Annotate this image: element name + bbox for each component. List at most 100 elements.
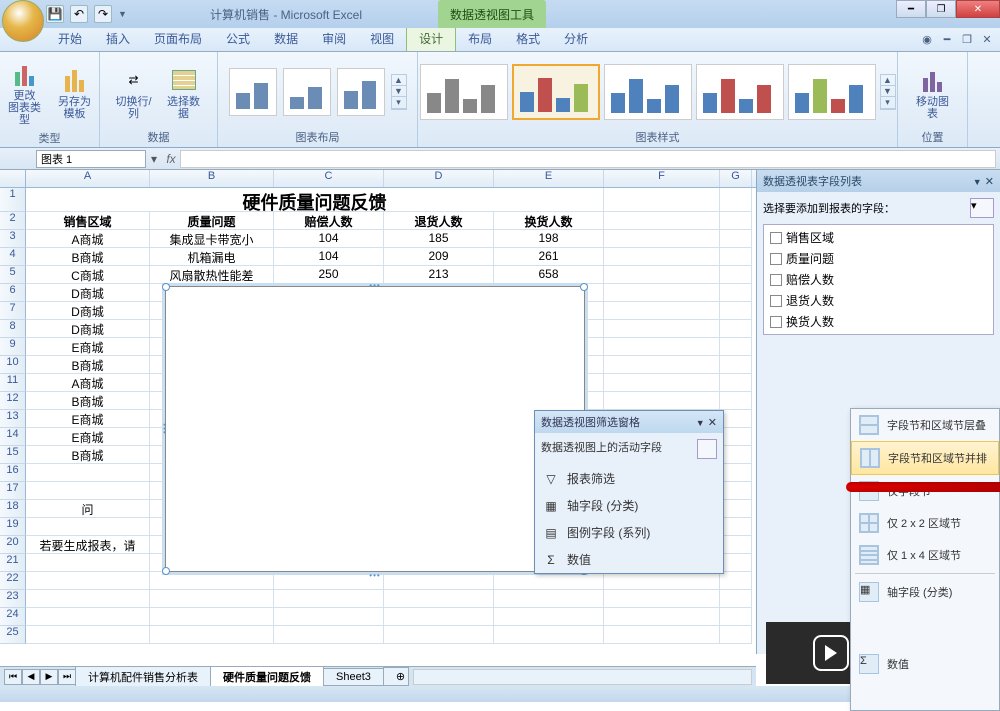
cell[interactable]: D商城 — [26, 302, 150, 320]
column-header[interactable]: A — [26, 170, 150, 187]
cell[interactable]: E商城 — [26, 338, 150, 356]
layout-opt-1x4[interactable]: 仅 1 x 4 区域节 — [851, 539, 999, 571]
cell[interactable] — [604, 266, 720, 284]
column-header[interactable]: C — [274, 170, 384, 187]
cell[interactable] — [604, 356, 720, 374]
cell[interactable] — [494, 608, 604, 626]
cell[interactable]: C商城 — [26, 266, 150, 284]
cell[interactable] — [494, 626, 604, 644]
chart-layouts[interactable]: ▲▼▾ — [229, 56, 407, 127]
tab-formulas[interactable]: 公式 — [214, 26, 262, 51]
field-item[interactable]: 销售区域 — [766, 227, 991, 248]
style-up-icon[interactable]: ▲ — [881, 75, 895, 86]
office-button[interactable] — [2, 0, 44, 42]
cell[interactable] — [604, 284, 720, 302]
cell[interactable] — [720, 554, 752, 572]
filter-pane-dropdown-icon[interactable]: ▼ — [696, 418, 705, 428]
row-header[interactable]: 15 — [0, 446, 26, 464]
cell[interactable] — [720, 302, 752, 320]
cell[interactable]: 若要生成报表，请 — [26, 536, 150, 554]
column-header[interactable]: G — [720, 170, 752, 187]
cell[interactable] — [604, 230, 720, 248]
cell[interactable] — [604, 392, 720, 410]
minimize-button[interactable]: ━ — [896, 0, 926, 18]
cell[interactable] — [274, 626, 384, 644]
row-header[interactable]: 22 — [0, 572, 26, 590]
cell[interactable] — [494, 590, 604, 608]
checkbox-icon[interactable] — [770, 274, 782, 286]
filter-options-button[interactable] — [697, 439, 717, 459]
column-header[interactable]: B — [150, 170, 274, 187]
cell[interactable] — [720, 446, 752, 464]
column-header[interactable]: F — [604, 170, 720, 187]
field-list-dropdown-icon[interactable]: ▼ — [973, 177, 982, 187]
formula-bar[interactable] — [180, 150, 996, 168]
cell[interactable] — [384, 590, 494, 608]
cell[interactable] — [384, 572, 494, 590]
tab-data[interactable]: 数据 — [262, 26, 310, 51]
cell[interactable]: 问 — [26, 500, 150, 518]
cell[interactable] — [720, 500, 752, 518]
checkbox-icon[interactable] — [770, 232, 782, 244]
row-header[interactable]: 10 — [0, 356, 26, 374]
cell[interactable]: 261 — [494, 248, 604, 266]
row-header[interactable]: 23 — [0, 590, 26, 608]
row-header[interactable]: 12 — [0, 392, 26, 410]
tab-prev-icon[interactable]: ◀ — [22, 669, 40, 685]
cell[interactable] — [26, 482, 150, 500]
row-header[interactable]: 13 — [0, 410, 26, 428]
maximize-button[interactable]: ❐ — [926, 0, 956, 18]
cell[interactable] — [274, 608, 384, 626]
cell[interactable]: 集成显卡带宽小 — [150, 230, 274, 248]
cell[interactable] — [150, 608, 274, 626]
cell[interactable]: 185 — [384, 230, 494, 248]
cell[interactable]: 机箱漏电 — [150, 248, 274, 266]
cell[interactable] — [150, 626, 274, 644]
row-header[interactable]: 3 — [0, 230, 26, 248]
select-data-button[interactable]: 选择数据 — [162, 62, 206, 122]
horizontal-scrollbar[interactable] — [413, 669, 752, 685]
tab-insert[interactable]: 插入 — [94, 26, 142, 51]
layout-opt-stacked[interactable]: 字段节和区域节层叠 — [851, 409, 999, 441]
cell[interactable] — [384, 608, 494, 626]
row-header[interactable]: 9 — [0, 338, 26, 356]
filter-item-values[interactable]: Σ数值 — [535, 546, 723, 573]
cell[interactable] — [720, 338, 752, 356]
row-header[interactable]: 7 — [0, 302, 26, 320]
move-chart-button[interactable]: 移动图表 — [911, 62, 955, 122]
cell[interactable]: E商城 — [26, 428, 150, 446]
cell[interactable]: 硬件质量问题反馈 — [26, 188, 604, 212]
cell[interactable]: 换货人数 — [494, 212, 604, 230]
change-chart-type-button[interactable]: 更改 图表类型 — [3, 56, 47, 128]
filter-item-report[interactable]: ▽报表筛选 — [535, 465, 723, 492]
cell[interactable] — [604, 608, 720, 626]
checkbox-icon[interactable] — [770, 295, 782, 307]
style-down-icon[interactable]: ▼ — [881, 86, 895, 97]
sheet-tab[interactable]: Sheet3 — [323, 668, 384, 686]
cell[interactable] — [720, 482, 752, 500]
tab-next-icon[interactable]: ▶ — [40, 669, 58, 685]
doc-restore-icon[interactable]: ❐ — [960, 32, 974, 46]
cell[interactable] — [604, 590, 720, 608]
doc-minimize-icon[interactable]: ━ — [940, 32, 954, 46]
cell[interactable]: 退货人数 — [384, 212, 494, 230]
cell[interactable] — [720, 230, 752, 248]
cell[interactable] — [604, 302, 720, 320]
layout-up-icon[interactable]: ▲ — [392, 75, 406, 86]
sheet-tab-active[interactable]: 硬件质量问题反馈 — [210, 666, 324, 688]
cell[interactable] — [720, 188, 752, 212]
field-item[interactable]: 换货人数 — [766, 311, 991, 332]
cell[interactable]: A商城 — [26, 374, 150, 392]
cell[interactable]: B商城 — [26, 392, 150, 410]
close-button[interactable]: ✕ — [956, 0, 1000, 18]
chart-object[interactable]: ••• ••• ••• ••• — [165, 286, 585, 572]
row-header[interactable]: 6 — [0, 284, 26, 302]
cell[interactable]: 质量问题 — [150, 212, 274, 230]
cell[interactable] — [274, 590, 384, 608]
cell[interactable]: E商城 — [26, 410, 150, 428]
cell[interactable]: 104 — [274, 248, 384, 266]
tab-review[interactable]: 审阅 — [310, 26, 358, 51]
save-template-button[interactable]: 另存为 模板 — [53, 62, 97, 122]
cell[interactable]: D商城 — [26, 284, 150, 302]
fx-icon[interactable]: fx — [162, 152, 180, 166]
